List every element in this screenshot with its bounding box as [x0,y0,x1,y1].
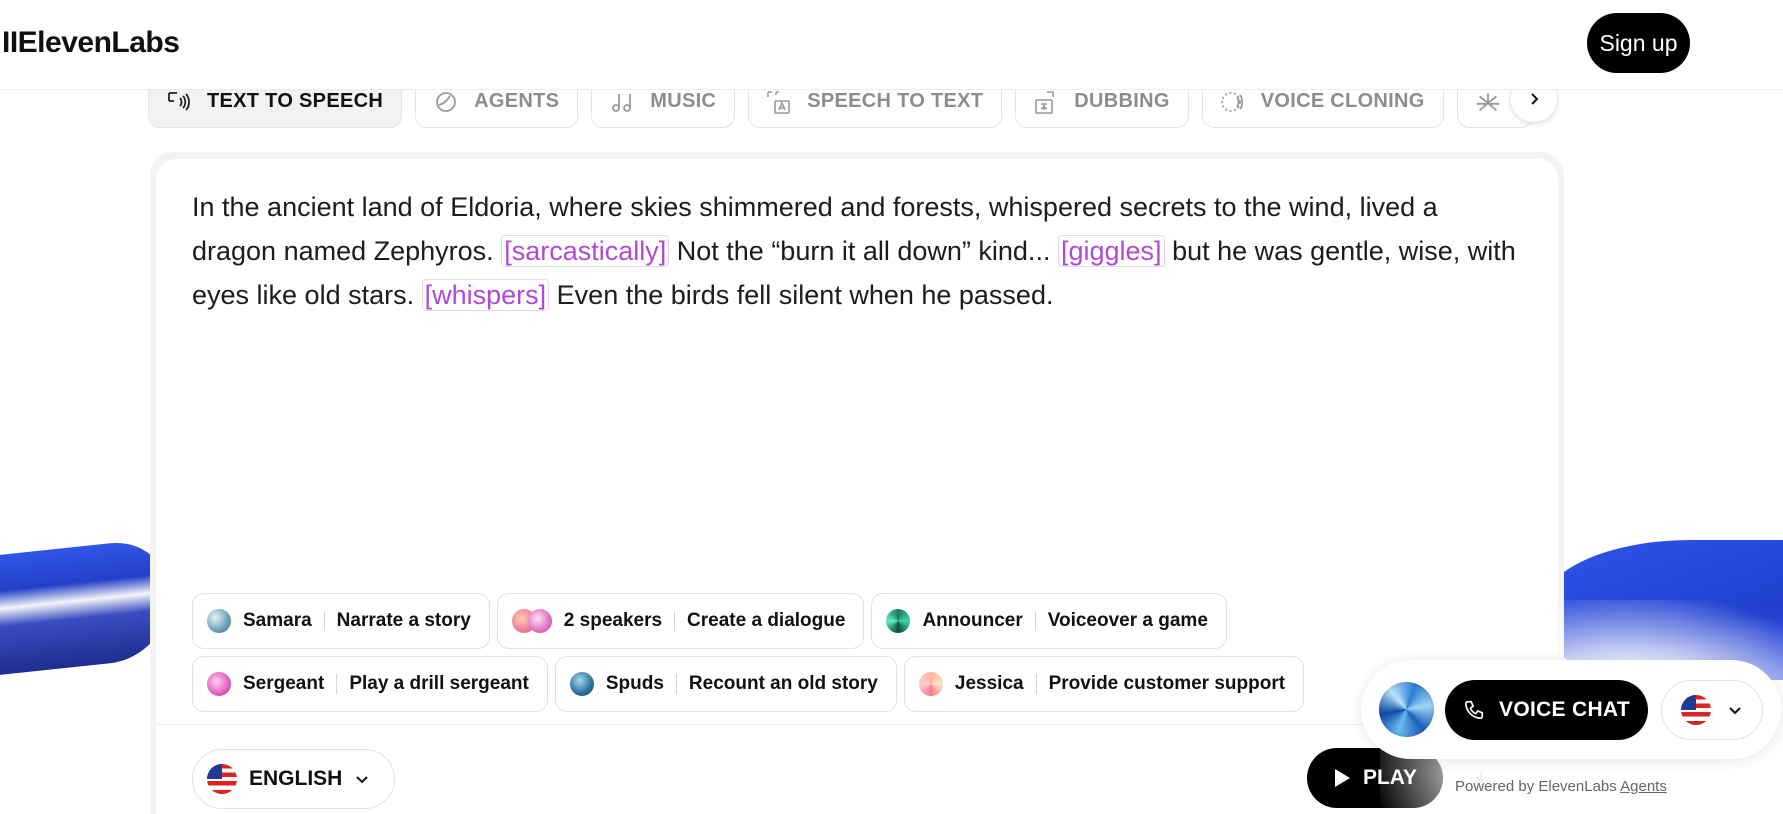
chevron-down-icon [356,776,369,784]
powered-by-text: Powered by ElevenLabs Agents [1455,778,1667,795]
background-ribbon-left [0,536,170,680]
preset-two-speakers[interactable]: 2 speakers Create a dialogue [496,593,865,649]
voice-chat-language-select[interactable] [1661,680,1763,740]
voice-avatar [886,609,911,633]
voice-avatar [569,672,594,696]
voice-presets: Samara Narrate a story 2 speakers Create… [192,593,1492,719]
tab-label: VOICE CLONING [1260,90,1425,112]
audio-tag-sarcastically: [sarcastically] [501,235,670,267]
voice-cloning-icon [1219,88,1247,116]
audio-tag-whispers: [whispers] [421,279,550,311]
play-icon [1334,769,1350,787]
voice-chat-label: VOICE CHAT [1499,698,1630,721]
chevron-right-icon [1531,93,1539,105]
phone-icon [1464,700,1484,720]
elevenlabs-logo[interactable]: IIElevenLabs [2,26,180,60]
tab-label: TEXT TO SPEECH [207,90,384,112]
language-select[interactable]: ENGLISH [192,749,395,809]
preset-voice: 2 speakers [563,610,663,631]
preset-announcer[interactable]: Announcer Voiceover a game [871,593,1227,649]
signup-button[interactable]: Sign up [1587,13,1690,73]
chevron-down-icon [1729,707,1741,715]
preset-samara[interactable]: Samara Narrate a story [192,593,490,649]
us-flag-icon [1681,695,1711,725]
preset-voice: Announcer [922,610,1023,631]
preset-task: Narrate a story [336,610,471,631]
card-divider [156,724,1558,725]
tab-label: AGENTS [474,90,560,112]
agents-link[interactable]: Agents [1620,778,1667,795]
dubbing-icon [1032,88,1060,116]
preset-sergeant[interactable]: Sergeant Play a drill sergeant [192,656,548,712]
preset-task: Voiceover a game [1047,610,1208,631]
preset-task: Recount an old story [688,673,878,694]
site-header: IIElevenLabs Sign up [0,0,1783,90]
music-note-icon [608,88,636,116]
tab-label: DUBBING [1074,90,1170,112]
editor-text: Even the birds fell silent when he passe… [556,280,1054,310]
preset-spuds[interactable]: Spuds Recount an old story [554,656,897,712]
audio-tag-giggles: [giggles] [1057,235,1165,267]
voice-avatar-pair [511,609,552,633]
voice-avatar [207,609,231,633]
preset-task: Create a dialogue [687,610,846,631]
voice-chat-widget: VOICE CHAT [1361,660,1781,759]
tab-label: MUSIC [650,90,717,112]
editor-card: In the ancient land of Eldoria, where sk… [156,159,1558,814]
sparkle-icon [1474,88,1502,116]
preset-jessica[interactable]: Jessica Provide customer support [903,656,1305,712]
editor-text: Not the “burn it all down” kind... [676,236,1051,266]
preset-voice: Samara [243,610,312,631]
agents-icon [432,88,460,116]
voice-chat-button[interactable]: VOICE CHAT [1445,680,1648,740]
text-editor[interactable]: In the ancient land of Eldoria, where sk… [192,185,1522,317]
preset-voice: Jessica [954,673,1024,694]
us-flag-icon [207,764,237,794]
text-to-speech-icon [165,88,193,116]
preset-task: Play a drill sergeant [349,673,529,694]
speech-to-text-icon [765,88,793,116]
preset-task: Provide customer support [1048,673,1286,694]
language-label: ENGLISH [249,767,343,790]
preset-voice: Spuds [605,673,664,694]
tab-label: SPEECH TO TEXT [807,90,984,112]
preset-voice: Sergeant [243,673,325,694]
voice-avatar [207,672,231,696]
voice-agent-orb [1379,682,1434,737]
voice-avatar [918,672,943,696]
